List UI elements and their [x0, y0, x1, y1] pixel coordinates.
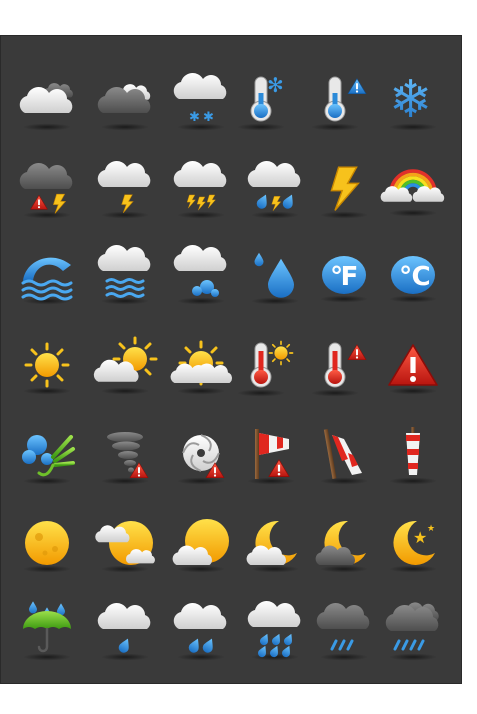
svg-text:★: ★	[427, 524, 435, 534]
storm-alert-cloud-icon	[19, 163, 73, 219]
thunderstorm-icon	[173, 161, 227, 219]
thermometer-cold-icon: ✻	[237, 73, 285, 131]
svg-text:✱: ✱	[203, 110, 214, 125]
full-moon-icon	[23, 521, 71, 573]
wind-blowing-icon	[22, 435, 75, 485]
snow-cloud-icon: ✱ ✱	[173, 73, 227, 131]
svg-text:★: ★	[413, 528, 427, 547]
dark-cloud-icon	[97, 84, 151, 131]
weather-icon-sheet: ✱ ✱ ✻ ❄ ℉ ℃ ★ ★	[0, 35, 462, 684]
windsock-icon	[320, 429, 368, 485]
lightning-bolt-icon	[320, 166, 368, 219]
wave-wind-icon	[21, 257, 73, 305]
snowflake-icon: ❄	[389, 70, 437, 131]
dark-heavy-rain-icon	[385, 602, 439, 661]
umbrella-rain-icon	[23, 601, 71, 661]
moon-behind-cloud-icon	[95, 521, 155, 573]
wind-cloud-icon	[173, 245, 227, 305]
windsock-alert-icon	[247, 429, 295, 485]
thermometer-hot-alert-icon	[311, 342, 367, 397]
small-windsock-icon	[389, 427, 437, 485]
svg-text:℉: ℉	[330, 262, 358, 292]
celsius-badge-icon: ℃	[389, 256, 437, 303]
rain-icon	[173, 603, 227, 661]
light-rain-icon	[97, 603, 151, 661]
crescent-star-icon: ★ ★	[389, 520, 437, 573]
svg-text:℃: ℃	[399, 262, 430, 292]
sunrise-cloud-icon	[170, 340, 232, 395]
moon-cloud-icon	[172, 519, 229, 573]
sun-icon	[23, 342, 71, 395]
thunder-rain-cloud-icon	[247, 161, 301, 219]
heavy-rain-icon	[247, 601, 301, 661]
thermometer-hot-icon	[237, 340, 294, 397]
crescent-cloud-icon	[246, 520, 299, 573]
svg-text:❄: ❄	[389, 70, 433, 130]
dark-rain-icon	[316, 603, 370, 661]
icon-grid: ✱ ✱ ✻ ❄ ℉ ℃ ★ ★	[19, 70, 445, 661]
partly-sunny-icon	[93, 336, 158, 395]
svg-text:✻: ✻	[267, 73, 284, 97]
fog-icon	[97, 245, 151, 305]
thermometer-cold-alert-icon	[311, 76, 367, 131]
tornado-alert-icon	[101, 432, 149, 485]
thunder-cloud-icon	[97, 161, 151, 219]
fahrenheit-badge-icon: ℉	[320, 256, 368, 303]
crescent-dark-cloud-icon	[315, 520, 368, 573]
rainbow-icon	[380, 169, 445, 217]
hurricane-alert-icon	[177, 434, 225, 485]
cloud-with-small-cloud-icon	[19, 83, 73, 131]
warning-icon	[388, 344, 438, 395]
water-drops-icon	[251, 252, 299, 305]
svg-text:✱: ✱	[189, 110, 200, 125]
